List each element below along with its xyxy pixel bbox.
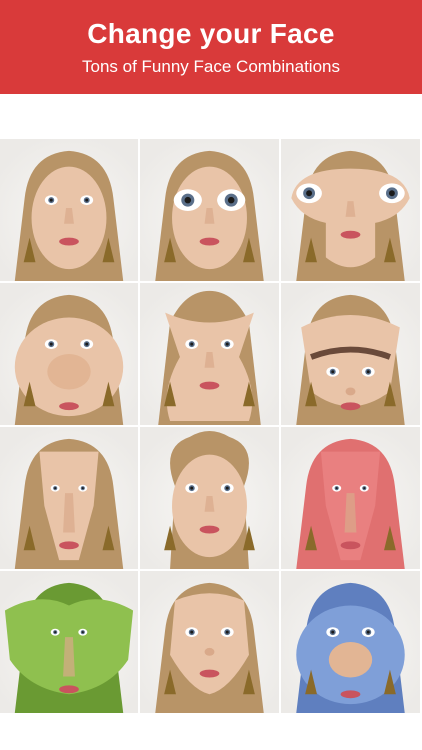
face-tile-1 [0, 139, 140, 283]
face-thumbnail-image [155, 582, 264, 713]
face-grid [0, 139, 422, 715]
face-thumbnail-image [291, 150, 410, 281]
face-thumbnail-image [164, 430, 255, 569]
face-thumbnail-image [296, 438, 405, 569]
header-title: Change your Face [87, 18, 335, 49]
face-thumbnail-image [4, 582, 134, 713]
face-tile-9 [281, 427, 422, 571]
header-banner: Change your Face Tons of Funny Face Comb… [0, 0, 422, 94]
face-thumbnail-image [155, 150, 264, 281]
face-tile-10 [0, 571, 140, 715]
face-thumbnail-image [296, 294, 405, 425]
face-thumbnail-image [14, 438, 124, 569]
face-tile-3 [281, 139, 422, 283]
face-thumbnail-image [14, 294, 124, 425]
face-tile-11 [140, 571, 281, 715]
face-tile-7 [0, 427, 140, 571]
header-subtitle: Tons of Funny Face Combinations [82, 57, 340, 76]
face-thumbnail-image [14, 150, 124, 281]
face-thumbnail-image [158, 290, 261, 425]
face-thumbnail-image [296, 582, 405, 713]
face-tile-2 [140, 139, 281, 283]
face-tile-4 [0, 283, 140, 427]
face-tile-5 [140, 283, 281, 427]
face-tile-8 [140, 427, 281, 571]
face-tile-6 [281, 283, 422, 427]
face-tile-12 [281, 571, 422, 715]
